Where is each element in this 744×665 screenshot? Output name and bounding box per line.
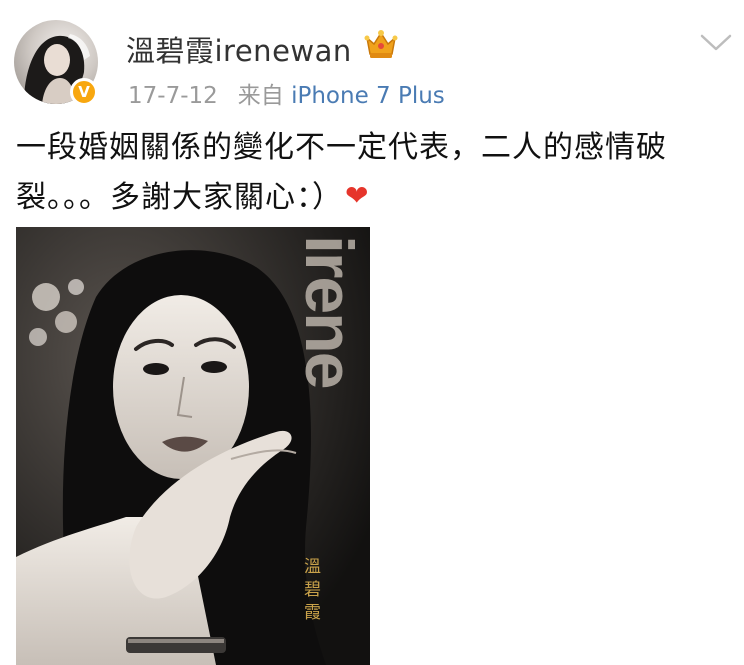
- weibo-post: V 溫碧霞irenewan 17-7-12 来自 iPhone 7 Plus 一段…: [0, 0, 744, 665]
- post-photo[interactable]: irene 溫碧霞: [16, 227, 370, 665]
- post-source[interactable]: iPhone 7 Plus: [291, 83, 445, 109]
- verified-v-icon: V: [70, 78, 98, 106]
- post-text: 一段婚姻關係的變化不一定代表，二人的感情破裂。。。多謝大家關心：）: [16, 130, 667, 215]
- post-meta: 17-7-12 来自 iPhone 7 Plus: [128, 76, 445, 110]
- photo-name-text: 溫碧霞: [300, 557, 320, 626]
- crown-icon[interactable]: [364, 28, 398, 60]
- username[interactable]: 溫碧霞irenewan: [126, 28, 352, 70]
- post-date: 17-7-12: [128, 83, 218, 109]
- post-text-block: 一段婚姻關係的變化不一定代表，二人的感情破裂。。。多謝大家關心：）❤: [16, 124, 716, 222]
- source-prefix: 来自: [237, 83, 284, 109]
- heart-icon: ❤: [345, 179, 370, 212]
- chevron-down-icon[interactable]: [698, 30, 734, 54]
- photo-brand-text: irene: [291, 235, 367, 388]
